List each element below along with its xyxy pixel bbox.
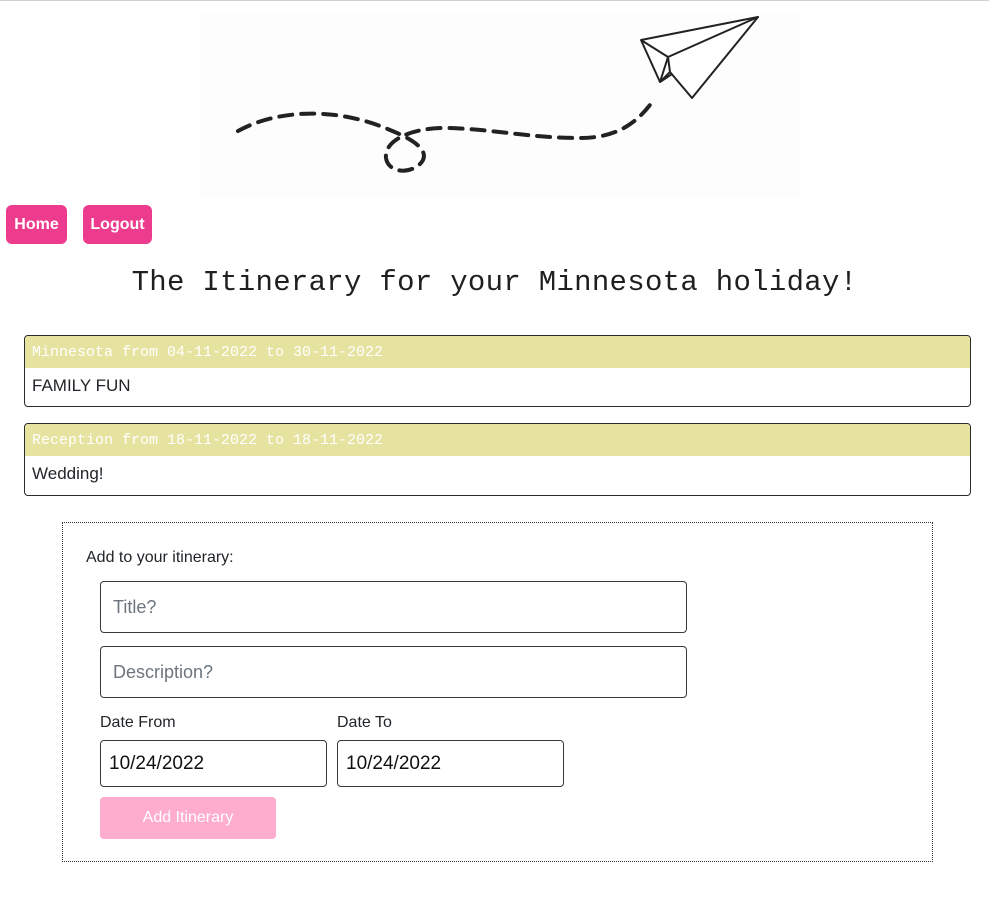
add-itinerary-button[interactable]: Add Itinerary bbox=[100, 797, 276, 839]
itinerary-card-description: Wedding! bbox=[32, 464, 104, 483]
home-button[interactable]: Home bbox=[6, 205, 67, 244]
top-divider bbox=[0, 0, 989, 1]
page-title: The Itinerary for your Minnesota holiday… bbox=[131, 266, 858, 299]
itinerary-card-description: FAMILY FUN bbox=[32, 376, 131, 395]
date-from-input[interactable] bbox=[100, 740, 327, 787]
date-to-label: Date To bbox=[337, 714, 392, 731]
date-from-label: Date From bbox=[100, 714, 176, 731]
itinerary-card-header: Reception from 18-11-2022 to 18-11-2022 bbox=[25, 424, 970, 456]
date-to-input[interactable] bbox=[337, 740, 564, 787]
form-heading: Add to your itinerary: bbox=[86, 549, 234, 566]
description-input[interactable] bbox=[100, 646, 687, 698]
itinerary-card: Minnesota from 04-11-2022 to 30-11-2022 … bbox=[24, 335, 971, 407]
add-itinerary-form: Add to your itinerary: Date From Date To… bbox=[62, 522, 933, 862]
paper-plane-icon bbox=[236, 16, 759, 173]
logout-button[interactable]: Logout bbox=[83, 205, 152, 244]
itinerary-card: Reception from 18-11-2022 to 18-11-2022 … bbox=[24, 423, 971, 496]
title-input[interactable] bbox=[100, 581, 687, 633]
hero-paper-plane-image bbox=[200, 12, 800, 197]
itinerary-card-header: Minnesota from 04-11-2022 to 30-11-2022 bbox=[25, 336, 970, 368]
